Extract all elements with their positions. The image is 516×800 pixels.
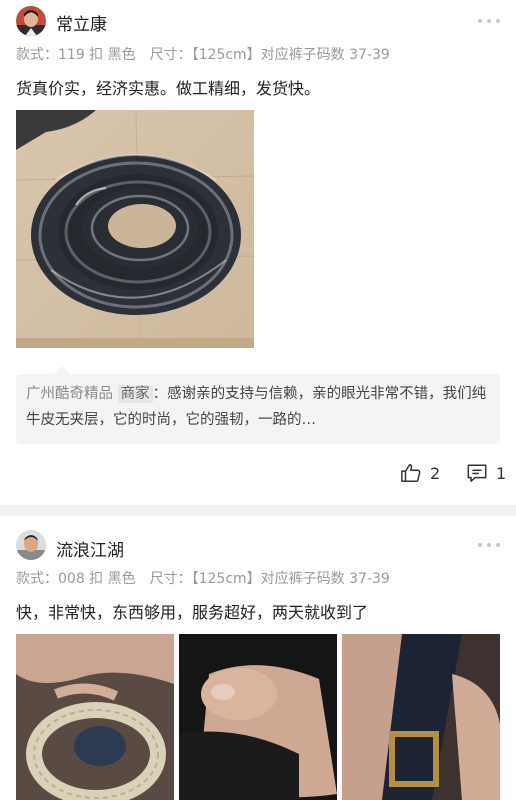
review-card: 流浪江湖 款式：008 扣 黑色 尺寸：【125cm】对应裤子码数 37-39 快…	[0, 516, 516, 800]
spec-size-value: 【125cm】对应裤子码数 37-39	[191, 571, 390, 587]
like-count: 2	[430, 463, 441, 483]
comment-button[interactable]: 1	[466, 462, 506, 484]
spec-size-value: 【125cm】对应裤子码数 37-39	[191, 47, 390, 63]
avatar[interactable]	[16, 530, 46, 560]
spec-style-label: 款式：	[16, 47, 58, 63]
more-dots-icon[interactable]	[478, 18, 500, 24]
avatar[interactable]	[16, 6, 46, 36]
spec-size-label: 尺寸：	[149, 47, 192, 63]
spec-style-value: 119 扣 黑色	[58, 47, 136, 63]
review-text: 货真价实，经济实惠。做工精细，发货快。	[16, 79, 321, 98]
comment-icon	[467, 464, 487, 482]
section-divider	[0, 505, 516, 516]
spec-line: 款式：008 扣 黑色 尺寸：【125cm】对应裤子码数 37-39	[16, 568, 390, 588]
like-button[interactable]: 2	[400, 462, 440, 484]
thumbs-up-icon	[401, 464, 421, 482]
spec-style-value: 008 扣 黑色	[58, 571, 136, 587]
username[interactable]: 流浪江湖	[56, 536, 124, 561]
review-text: 快，非常快，东西够用，服务超好，两天就收到了	[16, 603, 369, 622]
reply-colon: ：	[152, 386, 168, 402]
merchant-tag: 商家	[117, 385, 153, 403]
merchant-reply[interactable]: 广州酷奇精品 商家 ：感谢亲的支持与信赖，亲的眼光非常不错，我们纯牛皮无夹层，它的…	[16, 366, 500, 444]
review-photo[interactable]	[16, 110, 254, 348]
review-photo[interactable]	[16, 634, 174, 800]
spec-line: 款式：119 扣 黑色 尺寸：【125cm】对应裤子码数 37-39	[16, 44, 390, 64]
comment-count: 1	[496, 463, 507, 483]
reply-arrow	[54, 366, 70, 374]
review-card: 常立康 款式：119 扣 黑色 尺寸：【125cm】对应裤子码数 37-39 货真…	[0, 0, 516, 505]
review-photo[interactable]	[342, 634, 500, 800]
reply-shop-name[interactable]: 广州酷奇精品	[26, 386, 113, 402]
username[interactable]: 常立康	[56, 10, 107, 35]
more-dots-icon[interactable]	[478, 542, 500, 548]
spec-size-label: 尺寸：	[149, 571, 192, 587]
review-photo[interactable]	[179, 634, 337, 800]
spec-style-label: 款式：	[16, 571, 58, 587]
reply-text: 广州酷奇精品 商家 ：感谢亲的支持与信赖，亲的眼光非常不错，我们纯牛皮无夹层，它的…	[26, 381, 492, 433]
